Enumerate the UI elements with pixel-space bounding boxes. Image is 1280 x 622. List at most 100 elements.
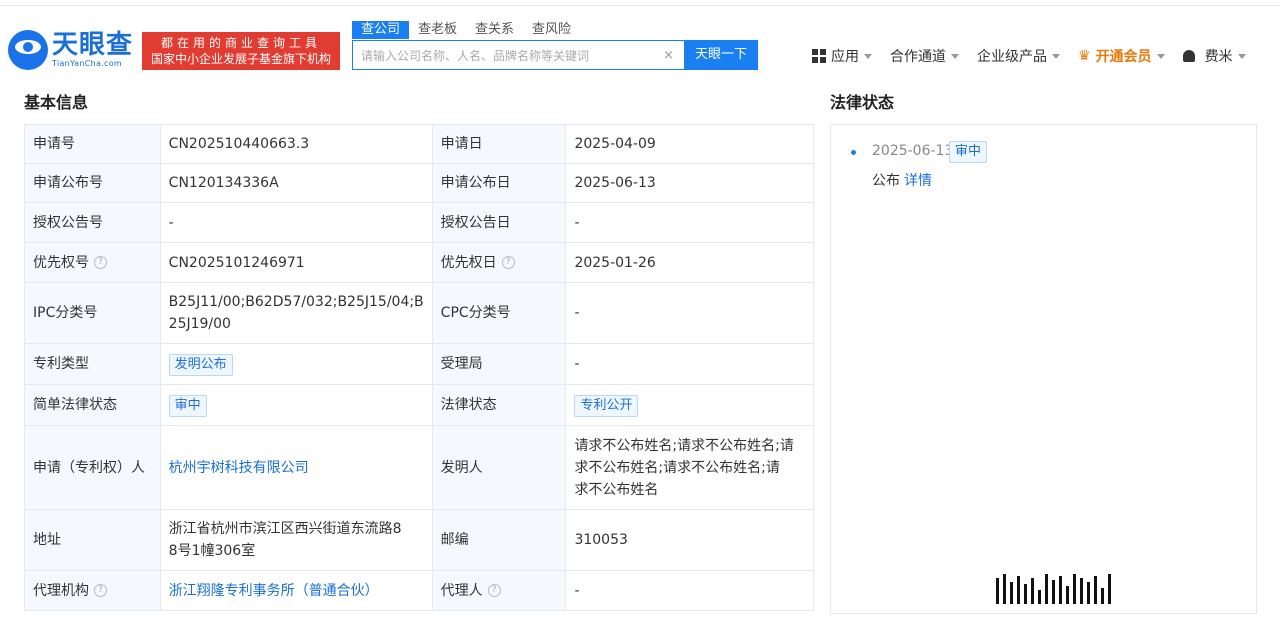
field-label: CPC分类号 — [431, 282, 567, 344]
field-value: 2025-04-09 — [565, 124, 814, 164]
nav-vip[interactable]: ♛ 开通会员 — [1078, 46, 1165, 66]
legal-event: 公布 详情 — [872, 170, 932, 190]
watermark-logo — [996, 570, 1261, 604]
field-value: CN120134336A — [159, 163, 433, 203]
watermark-stroke — [1010, 582, 1013, 604]
field-label: IPC分类号 — [24, 282, 161, 344]
chevron-down-icon — [1237, 53, 1246, 59]
field-label-with-help: 代理人? — [431, 570, 567, 611]
field-label: 申请公布日 — [431, 163, 567, 203]
field-label: 发明人 — [431, 425, 567, 510]
tab-risk[interactable]: 查风险 — [523, 21, 580, 39]
patent-type-tag: 发明公布 — [168, 353, 233, 376]
help-icon[interactable]: ? — [94, 256, 107, 269]
watermark-stroke — [1059, 576, 1062, 604]
address-line2: 8号1幢306室 — [168, 543, 256, 559]
watermark-stroke — [1094, 576, 1097, 604]
watermark-stroke — [1101, 588, 1104, 604]
field-label: 法律状态 — [431, 384, 567, 426]
nav-apps[interactable]: 应用 — [812, 46, 872, 66]
field-value: 310053 — [565, 509, 814, 571]
detail-link[interactable]: 详情 — [904, 173, 932, 189]
agency-link[interactable]: 浙江翔隆专利事务所（普通合伙） — [169, 583, 379, 599]
bell-icon[interactable] — [1182, 50, 1195, 62]
search-button[interactable]: 天眼一下 — [684, 40, 758, 70]
slogan-banner: 都在用的商业查询工具 国家中小企业发展子基金旗下机构 — [142, 32, 340, 70]
field-label: 代理人 — [440, 582, 483, 599]
table-row: IPC分类号 B25J11/00;B62D57/032;B25J15/04;B 2… — [24, 282, 814, 344]
legal-status-title: 法律状态 — [830, 93, 895, 112]
field-value: - — [565, 570, 814, 611]
slogan-line1: 都在用的商业查询工具 — [160, 36, 321, 50]
field-label-with-help: 代理机构? — [24, 570, 161, 611]
logo-text: 天眼查 — [52, 30, 134, 60]
nav-partners-label: 合作通道 — [890, 49, 946, 65]
search-placeholder: 请输入公司名称、人名、品牌名称等关键词 — [361, 48, 590, 63]
clear-icon[interactable]: × — [663, 48, 674, 63]
help-icon[interactable]: ? — [501, 256, 515, 269]
table-row: 代理机构? 浙江翔隆专利事务所（普通合伙） 代理人? - — [24, 570, 814, 611]
table-row: 申请公布号 CN120134336A 申请公布日 2025-06-13 — [24, 163, 814, 203]
inventor-line1: 请求不公布姓名;请求不公布姓名;请 — [574, 437, 794, 454]
field-value: B25J11/00;B62D57/032;B25J15/04;B 25J19/00 — [159, 282, 433, 344]
basic-info-title: 基本信息 — [24, 93, 89, 112]
watermark-stroke — [1108, 574, 1111, 604]
watermark-stroke — [996, 578, 999, 604]
help-icon[interactable]: ? — [487, 584, 501, 597]
watermark-stroke — [1024, 584, 1027, 604]
watermark-stroke — [1017, 576, 1020, 604]
watermark-stroke — [1087, 582, 1090, 604]
applicant-link[interactable]: 杭州宇树科技有限公司 — [169, 460, 309, 476]
search-tabs: 查公司 查老板 查关系 查风险 — [352, 21, 580, 39]
field-label: 简单法律状态 — [24, 384, 161, 426]
field-label: 优先权日 — [440, 254, 497, 271]
basic-info-table: 申请号 CN202510440663.3 申请日 2025-04-09 申请公布… — [24, 124, 814, 611]
field-value: 浙江翔隆专利事务所（普通合伙） — [159, 570, 433, 611]
tab-boss[interactable]: 查老板 — [409, 21, 466, 39]
field-label: 代理机构 — [33, 582, 89, 599]
field-value: CN202510440663.3 — [159, 124, 433, 164]
inventor-line3: 求不公布姓名 — [574, 481, 659, 498]
ipc-line1: B25J11/00;B62D57/032;B25J15/04;B — [168, 294, 424, 310]
chevron-down-icon — [951, 53, 959, 59]
field-label-with-help: 优先权日? — [431, 242, 567, 283]
nav-user-label: 费米 — [1204, 49, 1233, 65]
field-value: 审中 — [159, 384, 433, 426]
top-nav: 应用 合作通道 企业级产品 ♛ 开通会员 费米 — [812, 46, 1246, 66]
field-value: 请求不公布姓名;请求不公布姓名;请 求不公布姓名;请求不公布姓名;请 求不公布姓名 — [565, 425, 814, 510]
field-value: 专利公开 — [565, 384, 814, 426]
field-label-with-help: 优先权号? — [24, 242, 161, 283]
field-value: - — [565, 282, 814, 344]
field-value: 杭州宇树科技有限公司 — [159, 425, 433, 510]
field-value: CN2025101246971 — [159, 242, 433, 283]
logo-domain: TianYanCha.com — [52, 59, 122, 68]
field-value: - — [565, 202, 814, 243]
field-value: - — [565, 343, 814, 385]
tab-company[interactable]: 查公司 — [352, 21, 410, 39]
nav-partners[interactable]: 合作通道 — [890, 46, 959, 66]
table-row: 专利类型 发明公布 受理局 - — [24, 343, 814, 385]
watermark-stroke — [1038, 590, 1041, 604]
tab-relation[interactable]: 查关系 — [466, 21, 523, 39]
search-input[interactable]: 请输入公司名称、人名、品牌名称等关键词 × — [352, 40, 684, 70]
nav-enterprise-label: 企业级产品 — [977, 49, 1047, 65]
slogan-line2: 国家中小企业发展子基金旗下机构 — [150, 52, 331, 66]
watermark-stroke — [1052, 580, 1055, 604]
legal-event-name: 公布 — [872, 173, 900, 189]
field-value: 发明公布 — [159, 343, 433, 385]
field-label: 申请公布号 — [24, 163, 161, 203]
table-row: 优先权号? CN2025101246971 优先权日? 2025-01-26 — [24, 242, 814, 283]
field-value: 2025-06-13 — [565, 163, 814, 203]
nav-enterprise[interactable]: 企业级产品 — [977, 46, 1060, 66]
ipc-line2: 25J19/00 — [168, 316, 231, 332]
field-label: 邮编 — [431, 509, 567, 571]
site-header: 天眼查 TianYanCha.com 都在用的商业查询工具 国家中小企业发展子基… — [0, 6, 1280, 80]
nav-user[interactable]: 费米 — [1205, 46, 1246, 66]
field-label: 申请（专利权）人 — [24, 425, 161, 510]
chevron-down-icon — [1156, 53, 1165, 59]
help-icon[interactable]: ? — [94, 584, 107, 597]
field-label: 申请日 — [431, 124, 567, 164]
watermark-stroke — [1031, 578, 1034, 604]
site-logo[interactable]: 天眼查 TianYanCha.com — [8, 30, 133, 70]
table-row: 地址 浙江省杭州市滨江区西兴街道东流路8 8号1幢306室 邮编 310053 — [24, 509, 814, 571]
